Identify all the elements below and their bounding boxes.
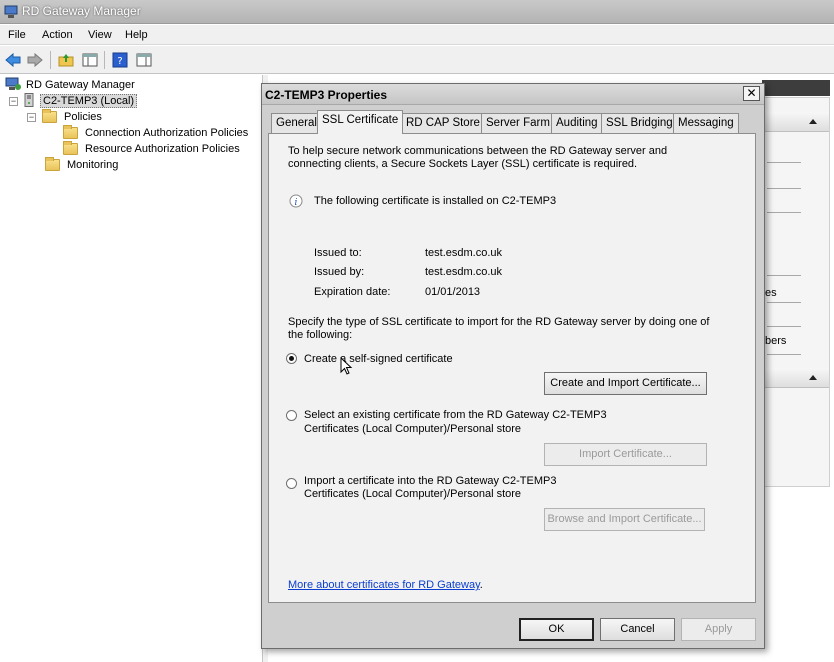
show-hide-action-pane-icon[interactable] bbox=[134, 50, 154, 70]
window-titlebar: RD Gateway Manager bbox=[0, 0, 834, 24]
tab-server-farm[interactable]: Server Farm bbox=[481, 113, 555, 133]
console-tree: RD Gateway Manager − C2-TEMP3 (Local) − … bbox=[0, 75, 262, 662]
divider bbox=[767, 354, 801, 355]
collapse-toggle-icon[interactable]: − bbox=[9, 96, 18, 106]
server-icon bbox=[24, 92, 34, 110]
toolbar-separator bbox=[50, 51, 51, 69]
divider bbox=[767, 302, 801, 303]
folder-icon bbox=[63, 125, 78, 139]
collapse-arrow-icon[interactable] bbox=[809, 375, 817, 380]
more-about-certificates-link[interactable]: More about certificates for RD Gateway bbox=[288, 579, 480, 591]
folder-icon bbox=[63, 141, 78, 155]
action-item-fragment[interactable]: es bbox=[765, 287, 777, 299]
divider bbox=[767, 326, 801, 327]
intro-text-line1: To help secure network communications be… bbox=[288, 145, 668, 157]
menu-file[interactable]: File bbox=[8, 29, 26, 41]
radio-select-existing[interactable] bbox=[286, 410, 297, 421]
dialog-titlebar: C2-TEMP3 Properties ✕ bbox=[262, 84, 764, 105]
browse-import-certificate-button[interactable]: Browse and Import Certificate... bbox=[544, 508, 705, 531]
tab-general[interactable]: General bbox=[271, 113, 322, 133]
create-import-certificate-button[interactable]: Create and Import Certificate... bbox=[544, 372, 707, 395]
svg-text:i: i bbox=[295, 198, 298, 208]
divider bbox=[767, 275, 801, 276]
issued-to-value: test.esdm.co.uk bbox=[425, 247, 503, 259]
radio-self-signed[interactable] bbox=[286, 353, 297, 364]
import-certificate-button[interactable]: Import Certificate... bbox=[544, 443, 707, 466]
specify-text-line1: Specify the type of SSL certificate to i… bbox=[288, 316, 710, 328]
expiration-label: Expiration date: bbox=[314, 286, 391, 298]
option-existing-line2: Certificates (Local Computer)/Personal s… bbox=[304, 423, 522, 435]
close-icon[interactable]: ✕ bbox=[743, 86, 760, 101]
divider bbox=[767, 212, 801, 213]
expiration-value: 01/01/2013 bbox=[425, 286, 481, 298]
tree-label-cap: Connection Authorization Policies bbox=[85, 127, 249, 139]
menu-help[interactable]: Help bbox=[125, 29, 148, 41]
rd-gateway-manager-icon bbox=[5, 77, 21, 94]
collapse-arrow-icon[interactable] bbox=[809, 119, 817, 124]
ok-button[interactable]: OK bbox=[519, 618, 594, 641]
apply-button[interactable]: Apply bbox=[681, 618, 756, 641]
tree-label-monitoring: Monitoring bbox=[67, 159, 119, 171]
actions-section-header[interactable] bbox=[765, 368, 829, 388]
menu-bar: File Action View Help bbox=[0, 25, 834, 45]
actions-header-strip bbox=[762, 80, 830, 96]
tab-ssl-certificate[interactable]: SSL Certificate bbox=[317, 110, 404, 134]
option-import-line1[interactable]: Import a certificate into the RD Gateway… bbox=[304, 475, 556, 488]
tree-item-rd-gateway-manager[interactable]: RD Gateway Manager bbox=[5, 77, 137, 93]
help-link-container: More about certificates for RD Gateway. bbox=[288, 579, 483, 592]
tree-item-cap[interactable]: Connection Authorization Policies bbox=[63, 125, 250, 141]
menu-view[interactable]: View bbox=[88, 29, 112, 41]
actions-section-header[interactable] bbox=[765, 112, 829, 132]
folder-icon bbox=[42, 109, 57, 123]
collapse-toggle-icon[interactable]: − bbox=[27, 112, 36, 122]
mouse-cursor-icon bbox=[340, 356, 354, 380]
tree-item-monitoring[interactable]: Monitoring bbox=[45, 157, 120, 173]
option-existing-line1[interactable]: Select an existing certificate from the … bbox=[304, 409, 607, 422]
folder-icon bbox=[45, 157, 60, 171]
issued-by-value: test.esdm.co.uk bbox=[425, 266, 503, 278]
tab-ssl-bridging[interactable]: SSL Bridging bbox=[601, 113, 678, 133]
window-title: RD Gateway Manager bbox=[22, 4, 141, 18]
svg-text:?: ? bbox=[117, 56, 122, 67]
dialog-title: C2-TEMP3 Properties bbox=[265, 88, 388, 102]
tree-label-root: RD Gateway Manager bbox=[26, 79, 135, 91]
toolbar-separator bbox=[104, 51, 105, 69]
link-suffix: . bbox=[479, 579, 483, 591]
installed-cert-info: The following certificate is installed o… bbox=[314, 195, 557, 207]
tree-item-policies[interactable]: − Policies bbox=[27, 109, 104, 125]
cancel-button[interactable]: Cancel bbox=[600, 618, 675, 641]
issued-by-label: Issued by: bbox=[314, 266, 365, 278]
tree-item-server[interactable]: − C2-TEMP3 (Local) bbox=[9, 92, 138, 110]
tab-auditing[interactable]: Auditing bbox=[551, 113, 603, 133]
help-icon[interactable]: ? bbox=[110, 50, 130, 70]
ssl-certificate-panel: To help secure network communications be… bbox=[268, 133, 756, 603]
actions-pane: es bers bbox=[764, 97, 830, 487]
tab-messaging[interactable]: Messaging bbox=[673, 113, 739, 133]
show-hide-tree-icon[interactable] bbox=[80, 50, 100, 70]
rd-gateway-app-icon bbox=[4, 5, 18, 19]
tree-label-policies: Policies bbox=[64, 111, 102, 123]
divider bbox=[767, 188, 801, 189]
tree-label-server: C2-TEMP3 (Local) bbox=[40, 94, 138, 108]
action-item-fragment[interactable]: bers bbox=[765, 335, 786, 347]
specify-text-line2: the following: bbox=[288, 329, 353, 341]
info-icon: i bbox=[289, 194, 303, 211]
forward-arrow-icon[interactable] bbox=[25, 50, 45, 70]
option-self-signed-label[interactable]: Create a self-signed certificate bbox=[304, 353, 453, 366]
back-arrow-icon[interactable] bbox=[3, 50, 23, 70]
up-folder-icon[interactable] bbox=[56, 50, 76, 70]
intro-text-line2: connecting clients, a Secure Sockets Lay… bbox=[288, 158, 638, 170]
tree-item-rap[interactable]: Resource Authorization Policies bbox=[63, 141, 242, 157]
option-import-line2: Certificates (Local Computer)/Personal s… bbox=[304, 488, 522, 500]
properties-dialog: C2-TEMP3 Properties ✕ General SSL Certif… bbox=[261, 83, 765, 649]
menu-action[interactable]: Action bbox=[42, 29, 73, 41]
tree-label-rap: Resource Authorization Policies bbox=[85, 143, 240, 155]
issued-to-label: Issued to: bbox=[314, 247, 362, 259]
radio-import-into-store[interactable] bbox=[286, 478, 297, 489]
tab-rd-cap-store[interactable]: RD CAP Store bbox=[401, 113, 485, 133]
toolbar: ? bbox=[0, 46, 834, 74]
divider bbox=[767, 162, 801, 163]
